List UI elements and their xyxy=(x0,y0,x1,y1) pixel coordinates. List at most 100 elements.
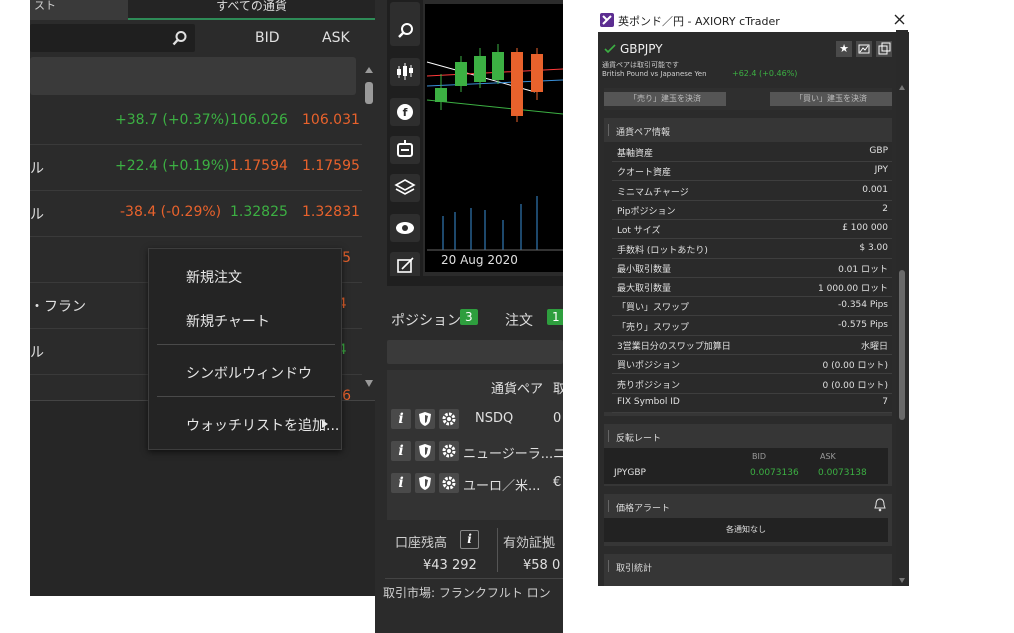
position-extra: € xyxy=(553,475,562,490)
svg-text:f: f xyxy=(403,106,408,119)
search-input[interactable] xyxy=(30,24,195,52)
close-sell-button[interactable]: 「売り」建玉を決済 xyxy=(604,92,726,106)
info-key: 手数料 (ロットあたり) xyxy=(617,245,708,256)
info-row: 手数料 (ロットあたり) $ 3.00 xyxy=(612,239,892,259)
search-icon[interactable] xyxy=(172,30,188,46)
divider xyxy=(385,578,563,579)
shield-icon[interactable] xyxy=(415,473,435,493)
menu-separator xyxy=(157,344,335,345)
info-row: Lot サイズ £ 100 000 xyxy=(612,219,892,240)
position-extra: ニ xyxy=(553,447,563,462)
info-row: 買いポジション 0 (0.00 ロット) xyxy=(612,354,892,375)
watchlist-row[interactable]: +38.7 (+0.37%) 106.026 106.031 xyxy=(30,98,362,145)
equity-value: ¥58 0 xyxy=(523,558,561,573)
info-value: -0.354 Pips xyxy=(837,300,888,311)
shield-icon[interactable] xyxy=(415,441,435,461)
info-key: Lot サイズ xyxy=(617,226,661,237)
scrollbar[interactable] xyxy=(363,60,375,390)
info-key: 「買い」スワップ xyxy=(617,303,690,314)
chart-scrollbar[interactable] xyxy=(387,276,563,286)
reverse-ask-value: 0.0073138 xyxy=(818,468,867,478)
drag-handle[interactable] xyxy=(608,500,609,512)
menu-item-add-watchlist[interactable]: ウォッチリストを追加... xyxy=(186,415,339,435)
watchlist-row[interactable]: ル +22.4 (+0.19%) 1.17594 1.17595 xyxy=(30,144,362,191)
drag-handle[interactable] xyxy=(608,124,609,136)
equity-label: 有効証拠 xyxy=(503,536,556,551)
info-value: 1 000.00 ロット xyxy=(818,284,888,295)
bell-icon[interactable] xyxy=(874,498,886,512)
candlestick-icon[interactable] xyxy=(390,58,420,86)
row-ask: 1.32831 xyxy=(302,204,360,220)
eye-icon[interactable] xyxy=(390,214,420,242)
info-icon[interactable]: i xyxy=(391,441,411,461)
position-row[interactable]: i ユーロ／米... € xyxy=(391,470,563,496)
gear-icon[interactable] xyxy=(439,441,459,461)
close-buy-button[interactable]: 「買い」建玉を決済 xyxy=(770,92,892,106)
price-alert-section: 価格アラート 各通知なし xyxy=(604,494,892,546)
tab-watchlist[interactable]: スト xyxy=(30,0,128,20)
position-row[interactable]: i ニュージーラ... ニ xyxy=(391,438,563,464)
section-header-reverse[interactable]: 反転レート xyxy=(616,431,661,444)
chart-toolbar: f xyxy=(387,0,423,280)
watchlist-row[interactable]: ル -38.4 (-0.29%) 1.32825 1.32831 xyxy=(30,190,362,237)
layers-icon[interactable] xyxy=(390,174,420,202)
position-symbol: ニュージーラ... xyxy=(463,447,554,462)
close-icon[interactable] xyxy=(894,14,905,25)
indicator-icon[interactable]: f xyxy=(390,98,420,126)
price-chart[interactable]: 20 Aug 2020 xyxy=(425,4,563,272)
info-key: ミニマムチャージ xyxy=(617,187,689,198)
market-status-text: 取引市場: フランクフルト ロン xyxy=(383,586,551,600)
position-row[interactable]: i NSDQ 0 xyxy=(391,406,563,432)
info-value: £ 100 000 xyxy=(842,223,888,234)
section-header-info[interactable]: 通貨ペア情報 xyxy=(616,125,670,138)
info-row: 最大取引数量 1 000.00 ロット xyxy=(612,277,892,298)
row-change: +22.4 (+0.19%) xyxy=(115,158,230,174)
star-icon[interactable]: ★ xyxy=(836,41,852,57)
divider xyxy=(497,528,498,572)
info-icon[interactable]: i xyxy=(460,530,479,549)
symbol-name: GBPJPY xyxy=(620,42,663,56)
column-header-ask[interactable]: ASK xyxy=(322,30,350,46)
section-header-stats[interactable]: 取引統計 xyxy=(616,561,652,574)
row-symbol: ・フラン xyxy=(30,299,86,315)
alert-empty-text: 各通知なし xyxy=(604,518,888,542)
menu-item-new-order[interactable]: 新規注文 xyxy=(186,267,242,287)
row-bid: 106.026 xyxy=(230,112,288,128)
detach-icon[interactable] xyxy=(876,41,892,57)
gear-icon[interactable] xyxy=(439,409,459,429)
info-value: $ 3.00 xyxy=(859,242,888,253)
chart-positions-panel: f 20 Aug 2020 ポジション 3 注文 1 通貨ペア 取 i NSDQ… xyxy=(375,0,563,633)
scrollbar[interactable] xyxy=(896,30,908,586)
row-ask: 1.17595 xyxy=(302,158,360,174)
symbol-description: British Pound vs Japanese Yen xyxy=(602,70,707,78)
watchlist-group-row[interactable] xyxy=(30,57,356,95)
column-header-truncated[interactable]: 取 xyxy=(553,378,563,397)
menu-item-new-chart[interactable]: 新規チャート xyxy=(186,311,270,331)
tab-all-currencies[interactable]: すべての通貨 xyxy=(128,0,375,20)
info-key: 買いポジション xyxy=(617,361,681,372)
info-value: 2 xyxy=(882,203,888,214)
chart-open-icon[interactable] xyxy=(856,41,872,57)
context-menu: 新規注文 新規チャート シンボルウィンドウ ウォッチリストを追加... xyxy=(148,248,342,450)
section-header-alert[interactable]: 価格アラート xyxy=(616,501,670,514)
info-value: 0 (0.00 ロット) xyxy=(822,380,888,391)
info-row: 「買い」スワップ -0.354 Pips xyxy=(612,296,892,317)
tab-positions[interactable]: ポジション xyxy=(391,310,461,330)
menu-item-symbol-window[interactable]: シンボルウィンドウ xyxy=(186,363,312,383)
row-symbol: ル xyxy=(30,161,44,177)
info-row: 最小取引数量 0.01 ロット xyxy=(612,258,892,278)
position-symbol: ユーロ／米... xyxy=(463,479,541,494)
drag-handle[interactable] xyxy=(608,430,609,442)
zoom-icon[interactable] xyxy=(390,18,420,46)
gear-icon[interactable] xyxy=(439,473,459,493)
info-icon[interactable]: i xyxy=(391,473,411,493)
column-header-pair[interactable]: 通貨ペア xyxy=(491,378,543,397)
tab-orders[interactable]: 注文 xyxy=(505,310,533,330)
info-key: クオート資産 xyxy=(617,168,672,179)
column-header-bid[interactable]: BID xyxy=(255,30,280,46)
drag-handle[interactable] xyxy=(608,560,609,572)
shield-icon[interactable] xyxy=(415,409,435,429)
info-icon[interactable]: i xyxy=(391,409,411,429)
reverse-bid-label: BID xyxy=(752,452,767,461)
robot-icon[interactable] xyxy=(390,136,420,164)
